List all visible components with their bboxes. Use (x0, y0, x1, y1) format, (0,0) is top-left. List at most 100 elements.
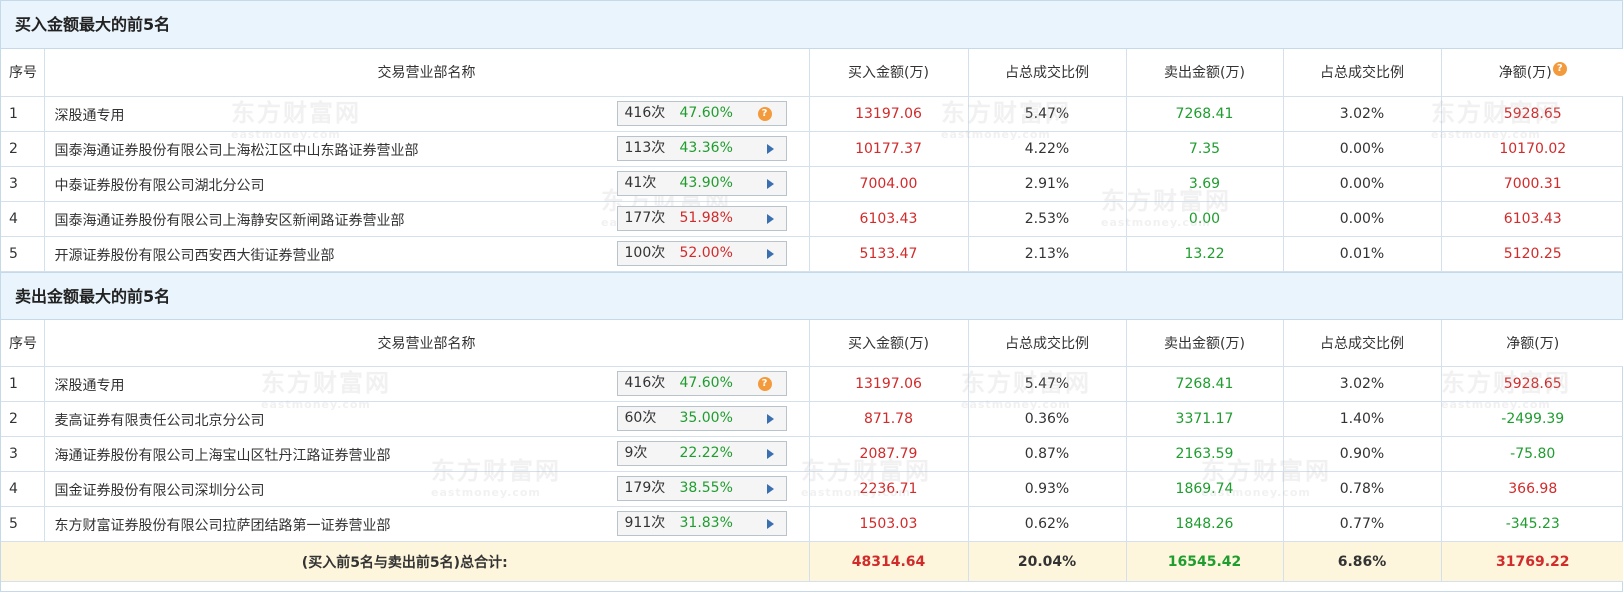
branch-name-cell: 国金证券股份有限公司深圳分公司 179次 38.55% (43, 471, 810, 507)
branch-name-cell: 国泰海通证券股份有限公司上海静安区新闸路证券营业部 177次 51.98% (43, 200, 810, 237)
question-icon[interactable]: ? (757, 377, 772, 391)
win-rate: 38.55% (679, 480, 733, 496)
sell-amount: 0.00 (1125, 200, 1284, 237)
trade-stats-button[interactable]: 9次 22.22% (616, 441, 787, 466)
trade-stats-button[interactable]: 60次 35.00% (616, 406, 787, 431)
trade-stats-button[interactable]: 177次 51.98% (616, 205, 787, 231)
buy-amount: 1503.03 (808, 506, 969, 542)
total-row: (买入前5名与卖出前5名)总合计: 48314.64 20.04% 16545.… (1, 541, 1623, 582)
sell-amount: 1848.26 (1125, 506, 1284, 542)
trade-stats-button[interactable]: 416次 47.60%? (616, 100, 787, 126)
sell-amount: 2163.59 (1125, 436, 1284, 472)
branch-name-link[interactable]: 东方财富证券股份有限公司拉萨团结路第一证券营业部 (55, 515, 391, 535)
header-sell-ratio: 占总成交比例 (1282, 319, 1442, 367)
buy-amount: 6103.43 (808, 200, 969, 237)
row-seq: 5 (1, 235, 45, 272)
branch-name-link[interactable]: 中泰证券股份有限公司湖北分公司 (55, 175, 265, 195)
trade-count: 416次 (624, 375, 666, 391)
branch-name-link[interactable]: 开源证券股份有限公司西安西大街证券营业部 (55, 245, 335, 265)
expand-arrow-icon[interactable] (766, 248, 774, 259)
trade-stats-button[interactable]: 100次 52.00% (616, 240, 787, 266)
trade-stats-button[interactable]: 113次 43.36% (616, 135, 787, 161)
sell-section-title: 卖出金额最大的前5名 (1, 271, 1622, 320)
net-amount: -345.23 (1440, 506, 1623, 542)
header-sell-amount: 卖出金额(万) (1125, 49, 1284, 97)
header-buy-ratio: 占总成交比例 (967, 319, 1127, 367)
row-seq: 2 (1, 401, 45, 437)
net-amount: 5928.65 (1440, 96, 1623, 132)
trade-count: 60次 (624, 410, 657, 426)
trade-stats-button[interactable]: 179次 38.55% (616, 476, 787, 501)
sell-table: 序号 交易营业部名称 买入金额(万) 占总成交比例 卖出金额(万) 占总成交比例… (1, 319, 1623, 582)
branch-name-link[interactable]: 海通证券股份有限公司上海宝山区牡丹江路证券营业部 (55, 445, 391, 465)
expand-arrow-icon[interactable] (766, 519, 774, 529)
sell-ratio: 0.00% (1282, 165, 1442, 202)
table-row: 3 中泰证券股份有限公司湖北分公司 41次 43.90% 7004.00 2.91% 3.6… (1, 165, 1623, 202)
branch-name-cell: 开源证券股份有限公司西安西大街证券营业部 100次 52.00% (43, 235, 810, 272)
table-row: 3 海通证券股份有限公司上海宝山区牡丹江路证券营业部 9次 22.22% 2087.79… (1, 436, 1623, 472)
net-amount: -75.80 (1440, 436, 1623, 472)
buy-ratio: 0.87% (967, 436, 1127, 472)
sell-amount: 13.22 (1125, 235, 1284, 272)
branch-name-link[interactable]: 国泰海通证券股份有限公司上海静安区新闸路证券营业部 (55, 210, 405, 230)
table-row: 1 深股通专用 416次 47.60%? 13197.06 5.47% 7268.41 3.0… (1, 366, 1623, 402)
win-rate: 35.00% (679, 410, 733, 426)
expand-arrow-icon[interactable] (766, 449, 774, 459)
header-seq: 序号 (1, 49, 45, 97)
buy-ratio: 4.22% (967, 130, 1127, 167)
expand-arrow-icon[interactable] (766, 414, 774, 424)
branch-name-link[interactable]: 深股通专用 (55, 375, 125, 395)
total-label: (买入前5名与卖出前5名)总合计: (1, 541, 810, 582)
sell-amount: 1869.74 (1125, 471, 1284, 507)
branch-name-cell: 东方财富证券股份有限公司拉萨团结路第一证券营业部 911次 31.83% (43, 506, 810, 542)
branch-name-link[interactable]: 深股通专用 (55, 105, 125, 125)
sell-ratio: 1.40% (1282, 401, 1442, 437)
net-amount: 7000.31 (1440, 165, 1623, 202)
buy-ratio: 2.13% (967, 235, 1127, 272)
question-icon[interactable]: ? (757, 106, 772, 121)
trade-count: 177次 (624, 209, 666, 226)
trade-count: 9次 (624, 445, 648, 461)
table-row: 4 国泰海通证券股份有限公司上海静安区新闸路证券营业部 177次 51.98% 6103… (1, 200, 1623, 237)
row-seq: 1 (1, 96, 45, 132)
win-rate: 31.83% (679, 515, 733, 531)
buy-ratio: 5.47% (967, 96, 1127, 132)
total-net-amount: 31769.22 (1440, 541, 1623, 582)
branch-name-cell: 中泰证券股份有限公司湖北分公司 41次 43.90% (43, 165, 810, 202)
sell-ratio: 0.90% (1282, 436, 1442, 472)
buy-table-body: 1 深股通专用 416次 47.60%? 13197.06 5.47% 7268.41 3.0… (1, 96, 1623, 272)
buy-amount: 871.78 (808, 401, 969, 437)
header-buy-ratio: 占总成交比例 (967, 49, 1127, 97)
table-row: 2 国泰海通证券股份有限公司上海松江区中山东路证券营业部 113次 43.36% 101… (1, 130, 1623, 167)
expand-arrow-icon[interactable] (766, 143, 774, 154)
sell-ratio: 0.78% (1282, 471, 1442, 507)
branch-name-link[interactable]: 国金证券股份有限公司深圳分公司 (55, 480, 265, 500)
expand-arrow-icon[interactable] (766, 213, 774, 224)
header-branch-name: 交易营业部名称 (43, 319, 810, 367)
trade-stats-button[interactable]: 911次 31.83% (616, 511, 787, 536)
expand-arrow-icon[interactable] (766, 178, 774, 189)
header-seq: 序号 (1, 319, 45, 367)
trade-count: 113次 (624, 139, 666, 156)
buy-ratio: 0.93% (967, 471, 1127, 507)
trade-count: 179次 (624, 480, 666, 496)
dragon-tiger-board: 东方财富网 eastmoney.com 东方财富网 eastmoney.com 东方… (0, 0, 1623, 592)
sell-amount: 7268.41 (1125, 96, 1284, 132)
branch-name-link[interactable]: 国泰海通证券股份有限公司上海松江区中山东路证券营业部 (55, 140, 419, 160)
header-sell-amount: 卖出金额(万) (1125, 319, 1284, 367)
win-rate: 43.90% (679, 174, 733, 191)
sell-ratio: 0.00% (1282, 200, 1442, 237)
net-amount: 5120.25 (1440, 235, 1623, 272)
question-icon[interactable]: ? (1552, 62, 1567, 77)
trade-count: 41次 (624, 174, 657, 191)
branch-name-link[interactable]: 麦高证券有限责任公司北京分公司 (55, 410, 265, 430)
trade-stats-button[interactable]: 41次 43.90% (616, 170, 787, 196)
expand-arrow-icon[interactable] (766, 484, 774, 494)
header-net-amount: 净额(万)? (1440, 49, 1623, 97)
buy-amount: 13197.06 (808, 96, 969, 132)
branch-name-cell: 国泰海通证券股份有限公司上海松江区中山东路证券营业部 113次 43.36% (43, 130, 810, 167)
trade-stats-button[interactable]: 416次 47.60%? (616, 371, 787, 396)
branch-name-cell: 深股通专用 416次 47.60%? (43, 96, 810, 132)
net-amount: 366.98 (1440, 471, 1623, 507)
buy-ratio: 2.53% (967, 200, 1127, 237)
